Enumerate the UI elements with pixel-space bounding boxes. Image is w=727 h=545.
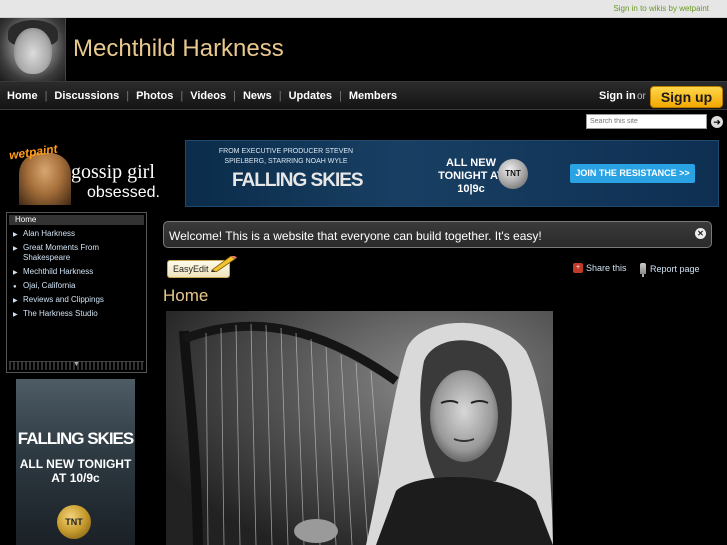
banner-cta-button[interactable]: JOIN THE RESISTANCE >>: [570, 164, 695, 183]
falling-skies-side-ad[interactable]: FALLING SKIES ALL NEW TONIGHT AT 10/9c T…: [16, 379, 135, 545]
share-icon: +: [573, 263, 583, 273]
harp-portrait-photo: [166, 311, 553, 545]
nav-separator: |: [278, 90, 282, 102]
search-go-icon[interactable]: ➜: [711, 116, 723, 128]
gossip-girl-tagline: obsessed.: [87, 184, 160, 201]
page: Sign in to wikis by wetpaint Mechthild H…: [0, 0, 727, 545]
search-input[interactable]: [586, 114, 707, 129]
sidebar-item-label: Alan Harkness: [23, 229, 76, 238]
sidebar-item-mechthild-harkness[interactable]: ▶ Mechthild Harkness: [9, 267, 144, 277]
nav-separator: |: [338, 90, 342, 102]
site-title[interactable]: Mechthild Harkness: [73, 35, 284, 63]
tnt-logo-icon: TNT: [57, 505, 91, 539]
nav-separator: |: [126, 90, 130, 102]
nav-home[interactable]: Home: [7, 90, 38, 102]
banner-exec-text: FROM EXECUTIVE PRODUCER STEVEN SPIELBERG…: [218, 148, 354, 165]
pencil-icon[interactable]: [210, 256, 238, 272]
report-label: Report page: [650, 263, 700, 274]
or-text: or: [637, 91, 646, 102]
site-header: Mechthild Harkness: [0, 18, 727, 81]
sidebar-item-label: Home: [15, 215, 37, 224]
sidebar: Home ▶ Alan Harkness ▶ Great Moments From …: [6, 212, 147, 373]
gossip-girl-title: gossip girl: [71, 161, 155, 183]
sidebar-item-great-moments[interactable]: ▶ Great Moments From Shakespeare: [9, 243, 144, 263]
sidebar-item-reviews[interactable]: ▶ Reviews and Clippings: [9, 295, 144, 305]
tnt-logo-icon: TNT: [498, 159, 528, 189]
page-title: Home: [163, 286, 209, 305]
triangle-bullet-icon: ▶: [13, 246, 18, 252]
triangle-bullet-icon: ▶: [13, 270, 18, 276]
nav-videos[interactable]: Videos: [190, 90, 226, 102]
dot-bullet-icon: ●: [13, 284, 17, 290]
sidebar-item-label: The Harkness Studio: [23, 309, 98, 318]
triangle-bullet-icon: ▶: [13, 232, 18, 238]
sidebar-resize-handle[interactable]: ▼: [9, 361, 144, 370]
wetpaint-signin-link[interactable]: Sign in to wikis by wetpaint: [613, 4, 709, 13]
share-label: Share this: [586, 263, 627, 273]
report-flag-icon: [640, 263, 646, 277]
signin-link[interactable]: Sign in: [599, 90, 636, 102]
sidebar-item-home[interactable]: Home: [9, 215, 144, 225]
report-page-link[interactable]: Report page: [640, 263, 700, 277]
close-icon[interactable]: ✕: [695, 228, 706, 239]
nav-updates[interactable]: Updates: [289, 90, 332, 102]
nav-members[interactable]: Members: [349, 90, 397, 102]
side-ad-text: ALL NEW TONIGHT AT 10/9c: [19, 457, 132, 485]
nav-separator: |: [44, 90, 48, 102]
banner-show-logo: FALLING SKIES: [232, 170, 364, 191]
sidebar-list: Home ▶ Alan Harkness ▶ Great Moments From …: [9, 215, 144, 323]
sidebar-item-label: Great Moments From Shakespeare: [23, 243, 100, 262]
chevron-down-icon: ▼: [73, 361, 80, 368]
sidebar-item-label: Mechthild Harkness: [23, 267, 94, 276]
share-this-link[interactable]: + Share this: [573, 263, 627, 273]
top-utility-bar: Sign in to wikis by wetpaint: [0, 0, 727, 18]
nav-discussions[interactable]: Discussions: [54, 90, 119, 102]
site-photo-face: [14, 28, 52, 74]
gossip-girl-ad-photo: [19, 153, 71, 205]
nav-news[interactable]: News: [243, 90, 272, 102]
main-nav: Home | Discussions | Photos | Videos | N…: [0, 81, 727, 110]
gossip-girl-ad[interactable]: wetpaint gossip girl obsessed.: [7, 141, 183, 206]
welcome-text: Welcome! This is a website that everyone…: [169, 229, 542, 243]
sidebar-item-alan-harkness[interactable]: ▶ Alan Harkness: [9, 229, 144, 239]
sidebar-item-harkness-studio[interactable]: ▶ The Harkness Studio: [9, 309, 144, 319]
welcome-banner: Welcome! This is a website that everyone…: [163, 221, 712, 248]
triangle-bullet-icon: ▶: [13, 312, 18, 318]
sidebar-item-ojai[interactable]: ● Ojai, California: [9, 281, 144, 291]
side-ad-show-logo: FALLING SKIES: [17, 429, 134, 448]
triangle-bullet-icon: ▶: [13, 298, 18, 304]
sidebar-item-label: Reviews and Clippings: [23, 295, 104, 304]
nav-separator: |: [233, 90, 236, 102]
nav-items: Home | Discussions | Photos | Videos | N…: [7, 90, 397, 102]
falling-skies-banner-ad[interactable]: FROM EXECUTIVE PRODUCER STEVEN SPIELBERG…: [185, 140, 719, 207]
signup-button[interactable]: Sign up: [650, 86, 723, 108]
nav-photos[interactable]: Photos: [136, 90, 173, 102]
sidebar-item-label: Ojai, California: [23, 281, 76, 290]
main-photo: [166, 311, 553, 545]
site-photo: [0, 18, 66, 81]
nav-separator: |: [180, 90, 184, 102]
